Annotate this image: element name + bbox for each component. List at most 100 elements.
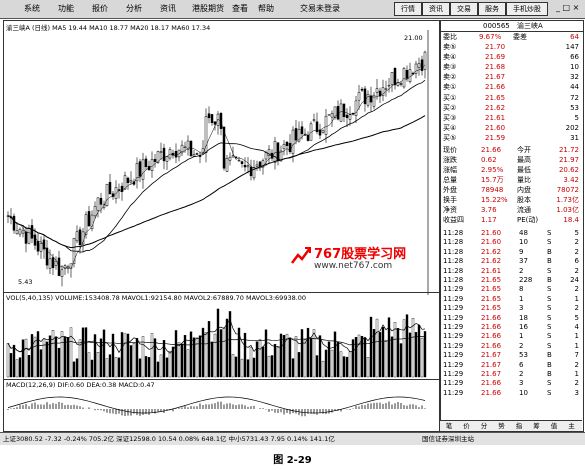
panel-tab[interactable]: 势 (495, 421, 509, 431)
buy-row: 买③ 21.61 5 (441, 113, 583, 123)
sell-level-label: 卖② (443, 73, 457, 81)
volume-bar (225, 318, 229, 378)
volume-bar (96, 352, 100, 378)
stat-label: 现价 (443, 146, 457, 154)
tab-info[interactable]: 资讯 (422, 2, 450, 16)
volume-bar (303, 339, 307, 378)
volume-bar (291, 358, 295, 378)
volume-bar (117, 357, 121, 378)
menu-function[interactable]: 功能 (58, 3, 74, 14)
stat-label: 流通 (517, 206, 531, 214)
candlestick (288, 134, 292, 155)
menu-analysis[interactable]: 分析 (126, 3, 142, 14)
candlestick (180, 140, 184, 156)
candlestick (309, 121, 313, 141)
candlestick (243, 157, 247, 172)
moving-average-line (7, 115, 426, 249)
volume-bar (105, 358, 109, 378)
volume-bar (84, 327, 88, 378)
stat-value: 3.76 (481, 206, 497, 214)
candlestick (144, 155, 148, 171)
candlestick (30, 218, 34, 244)
menu-help[interactable]: 帮助 (258, 3, 274, 14)
stock-code: 000565 (483, 22, 510, 30)
volume-bar (384, 340, 388, 378)
volume-bar (246, 359, 250, 378)
volume-bar (159, 354, 163, 378)
stat-value: 20.62 (558, 166, 579, 174)
candlestick (294, 120, 298, 145)
volume-chart[interactable] (4, 303, 439, 378)
tab-mobile[interactable]: 手机炒股 (506, 2, 548, 16)
candlestick (390, 71, 394, 93)
tab-quote[interactable]: 行情 (394, 2, 422, 16)
volume-bar (402, 319, 406, 378)
sell-price: 21.69 (485, 53, 506, 61)
volume-bar (165, 357, 169, 378)
buy-row: 买④ 21.60 202 (441, 123, 583, 133)
tab-service[interactable]: 服务 (478, 2, 506, 16)
volume-bar (111, 333, 115, 378)
candlestick (60, 265, 64, 287)
volume-bar (99, 338, 103, 378)
stat-label: 总量 (443, 176, 457, 184)
candlestick (162, 143, 166, 170)
window-controls[interactable]: _ □ × (556, 3, 579, 12)
sell-row: 卖③ 21.68 10 (441, 62, 583, 72)
panel-tab[interactable]: 值 (547, 421, 561, 431)
candlestick (393, 67, 397, 90)
panel-tab[interactable]: 筹 (530, 421, 544, 431)
panel-tab[interactable]: 笔 (442, 421, 456, 431)
volume-bar (183, 335, 187, 378)
menu-system[interactable]: 系统 (24, 3, 40, 14)
candlestick (303, 128, 307, 136)
volume-bar (279, 333, 283, 378)
candlestick (12, 213, 16, 234)
macd-header: MACD(12,26,9) DIF:0.60 DEA:0.38 MACD:0.4… (6, 381, 155, 389)
stat-value: 21.66 (481, 146, 502, 154)
volume-bar (258, 339, 262, 378)
menu-view[interactable]: 查看 (232, 3, 248, 14)
menu-quote[interactable]: 报价 (92, 3, 108, 14)
stat-value: 1.73亿 (556, 196, 579, 204)
candlestick (177, 149, 181, 162)
stat-label: 内盘 (517, 186, 531, 194)
menu-hk-futures[interactable]: 港股期货 (192, 3, 224, 14)
stat-label: 涨跌 (443, 156, 457, 164)
sell-price: 21.66 (485, 83, 506, 91)
candlestick (126, 176, 130, 190)
quote-panel: 000565 渝三峡A 委比 9.67% 委差 64 卖⑤ 21.70 147 卖④ 2… (440, 20, 584, 432)
candlestick (384, 80, 388, 97)
menu-info[interactable]: 资讯 (160, 3, 176, 14)
tab-trade[interactable]: 交易 (450, 2, 478, 16)
stat-row: 现价 21.66 今开 21.72 (441, 145, 583, 155)
candlestick (168, 147, 172, 161)
candlestick (135, 157, 139, 189)
volume-bar (189, 331, 193, 378)
stat-value: 15.22% (481, 196, 508, 204)
panel-tab[interactable]: 指 (512, 421, 526, 431)
candlestick (111, 190, 115, 200)
volume-bar (351, 339, 355, 378)
candlestick (90, 210, 94, 232)
panel-tab[interactable]: 主 (565, 421, 579, 431)
buy-volume: 202 (565, 124, 579, 132)
candlestick (63, 264, 67, 276)
candlestick (327, 114, 331, 116)
candlestick (306, 131, 310, 142)
volume-bar (198, 335, 202, 378)
macd-chart[interactable] (4, 389, 439, 431)
tick-row: 11:29 21.66 10 S 3 (441, 388, 583, 398)
quote-title: 000565 渝三峡A (441, 21, 583, 31)
volume-bar (222, 327, 226, 378)
panel-tabs: 笔价分势指筹值主 (440, 420, 582, 431)
candlestick (240, 160, 244, 168)
volume-bar (57, 347, 61, 378)
volume-bar (408, 332, 412, 378)
volume-bar (321, 360, 325, 378)
panel-tab[interactable]: 分 (477, 421, 491, 431)
stat-value: 3.42 (563, 176, 579, 184)
menu-trade-login[interactable]: 交易未登录 (300, 3, 340, 14)
panel-tab[interactable]: 价 (460, 421, 474, 431)
buy-volume: 5 (574, 114, 579, 122)
